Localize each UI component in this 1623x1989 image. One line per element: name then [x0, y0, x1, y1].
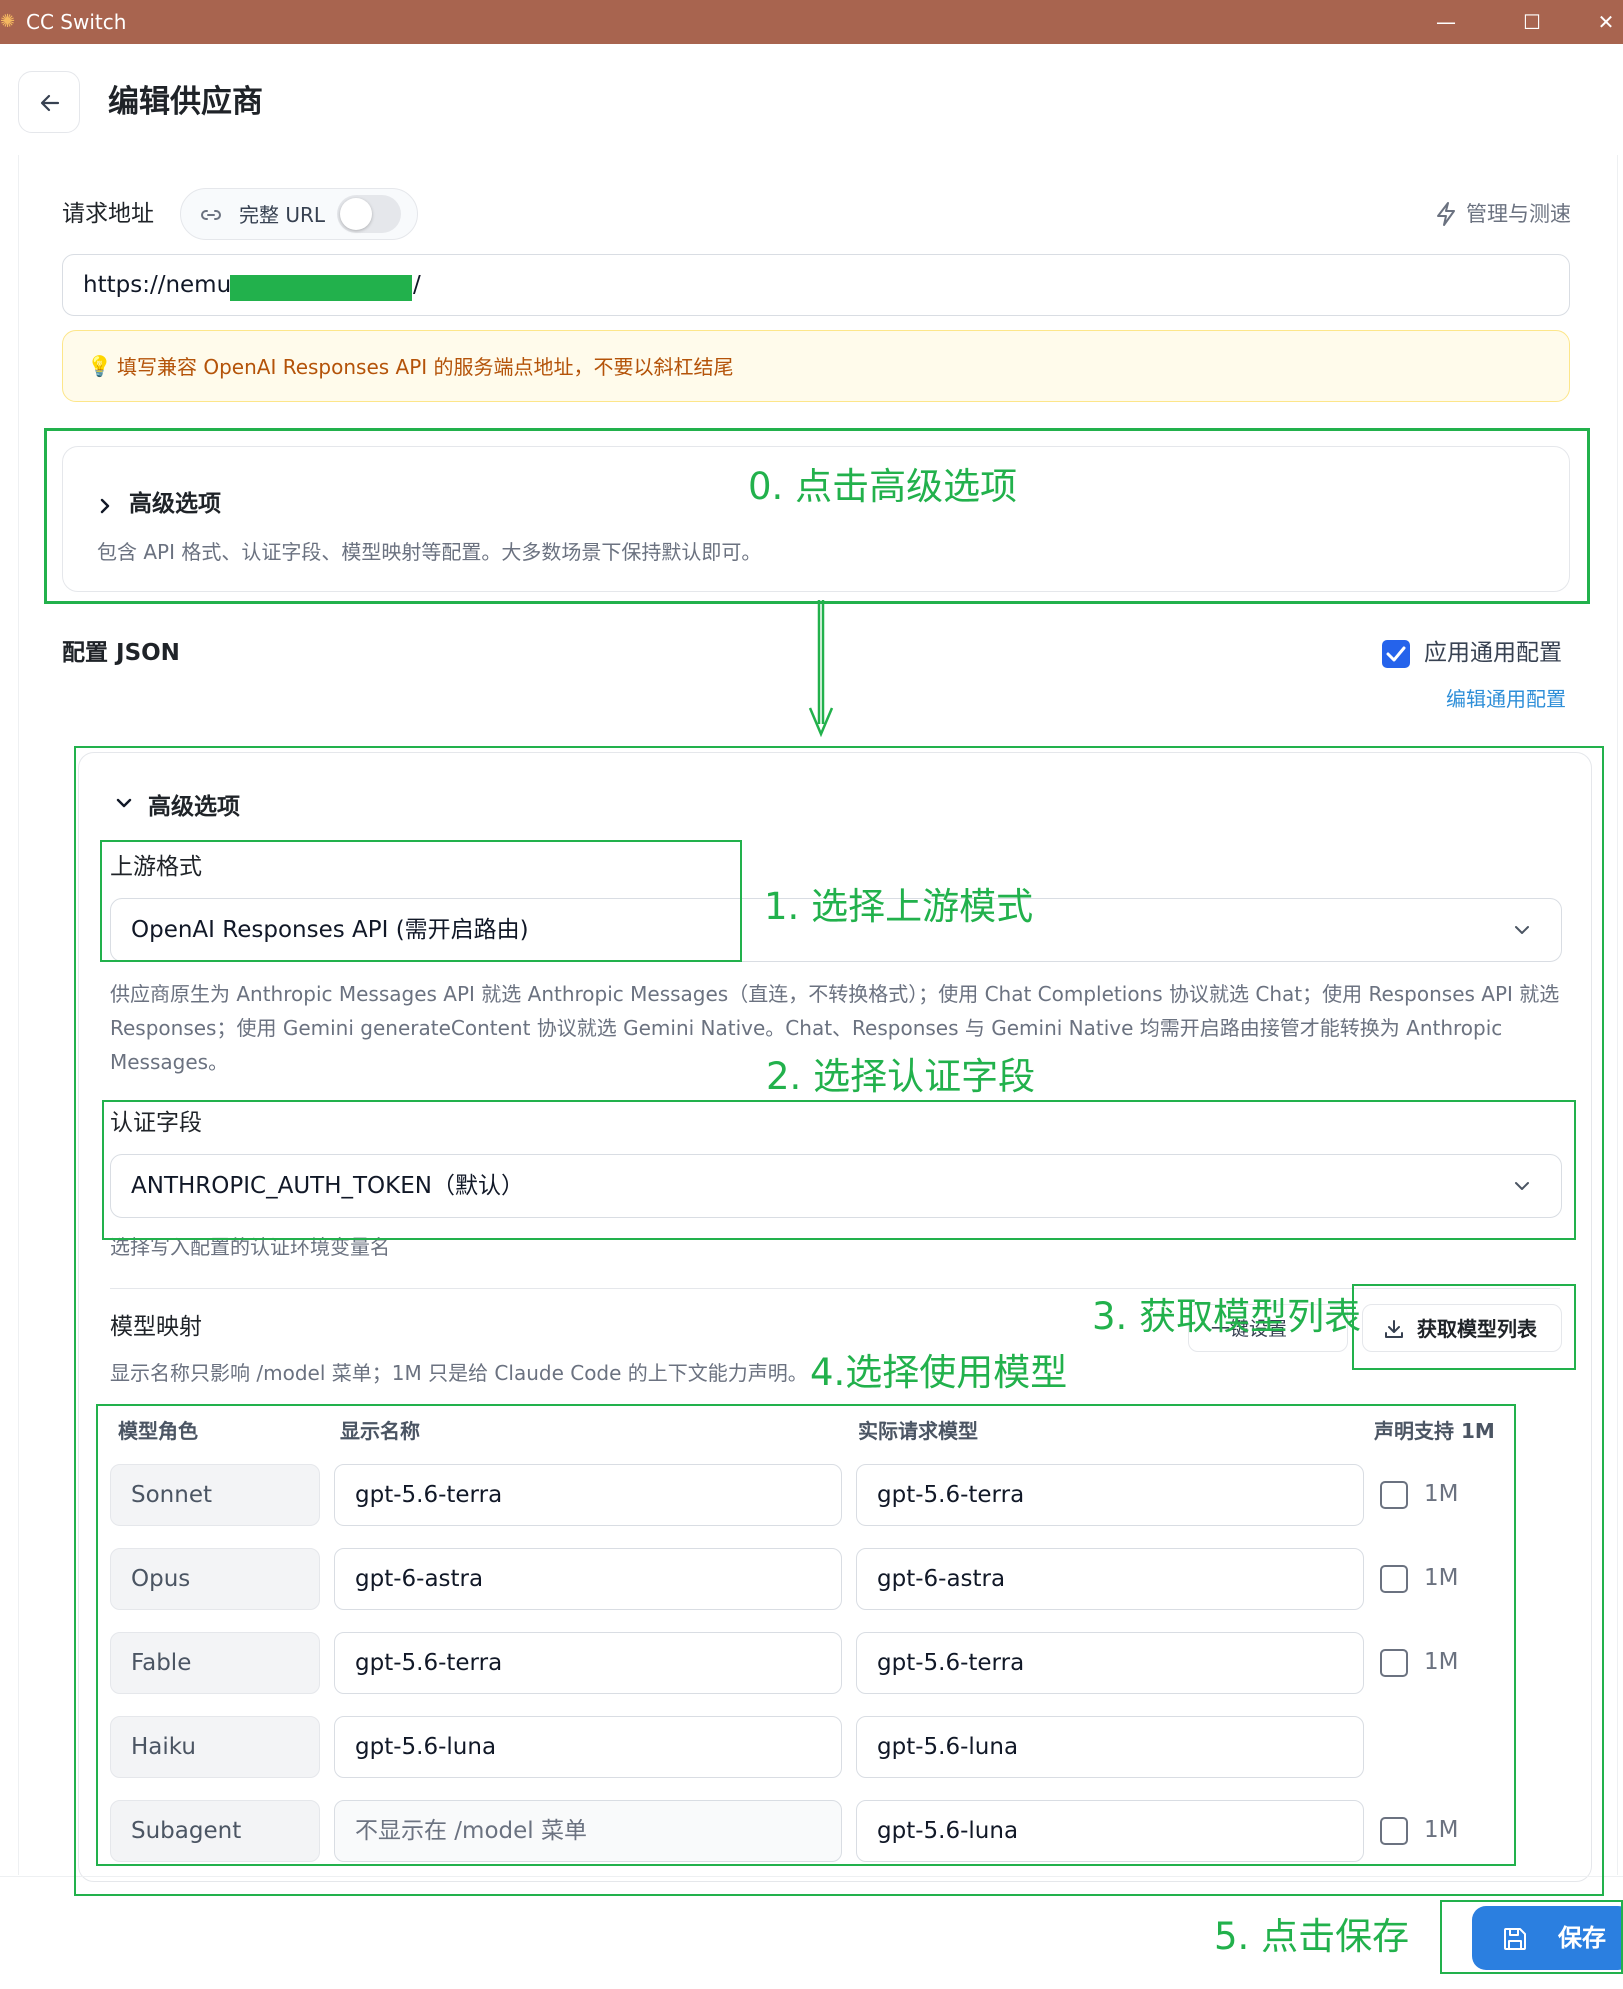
- full-url-switch[interactable]: [337, 195, 401, 233]
- sun-icon: ✺: [0, 11, 16, 32]
- switch-knob: [340, 198, 372, 230]
- annotation-box-step5: [1440, 1900, 1623, 1974]
- config-json-label: 配置 JSON: [62, 640, 180, 666]
- close-button[interactable]: ✕: [1586, 8, 1623, 36]
- redaction-block: [230, 275, 412, 301]
- annotation-box-step4: [96, 1404, 1516, 1866]
- maximize-button[interactable]: ☐: [1512, 8, 1552, 36]
- arrow-left-icon: [40, 94, 60, 112]
- annotation-step0: 0. 点击高级选项: [748, 465, 1018, 508]
- hint-banner: 💡 填写兼容 OpenAI Responses API 的服务端点地址，不要以斜…: [62, 330, 1570, 402]
- page-title: 编辑供应商: [108, 84, 263, 120]
- url-prefix: https://nemu.: [83, 272, 239, 298]
- annotation-step3: 3. 获取模型列表: [1092, 1295, 1362, 1338]
- annotation-box-step2: [102, 1100, 1576, 1240]
- full-url-label: 完整 URL: [239, 203, 326, 227]
- annotation-step1: 1. 选择上游模式: [764, 885, 1034, 928]
- annotation-step5: 5. 点击保存: [1214, 1915, 1410, 1958]
- arrow-down-annotation-icon: [808, 600, 834, 738]
- annotation-step4: 4.选择使用模型: [810, 1351, 1068, 1394]
- title-bar: ✺ CC Switch — ☐ ✕: [0, 0, 1623, 44]
- apply-common-config-label: 应用通用配置: [1424, 640, 1562, 666]
- annotation-box-step1: [100, 840, 742, 962]
- back-button[interactable]: [18, 71, 80, 133]
- hint-text: 填写兼容 OpenAI Responses API 的服务端点地址，不要以斜杠结…: [117, 355, 734, 379]
- url-suffix: /: [413, 272, 421, 298]
- edit-common-config-link[interactable]: 编辑通用配置: [1446, 686, 1566, 712]
- annotation-box-step0: [44, 428, 1590, 604]
- link-icon: [201, 210, 221, 220]
- manage-speedtest-label: 管理与测速: [1466, 202, 1571, 226]
- lightning-icon: [1437, 202, 1455, 226]
- minimize-button[interactable]: —: [1426, 8, 1466, 36]
- window-title: CC Switch: [26, 10, 127, 34]
- checkmark-icon: [1386, 646, 1406, 662]
- lightbulb-icon: 💡: [87, 354, 112, 378]
- request-url-label: 请求地址: [62, 201, 154, 227]
- annotation-box-step3: [1352, 1284, 1576, 1370]
- apply-common-config-checkbox[interactable]: [1382, 640, 1410, 668]
- annotation-step2: 2. 选择认证字段: [766, 1055, 1036, 1098]
